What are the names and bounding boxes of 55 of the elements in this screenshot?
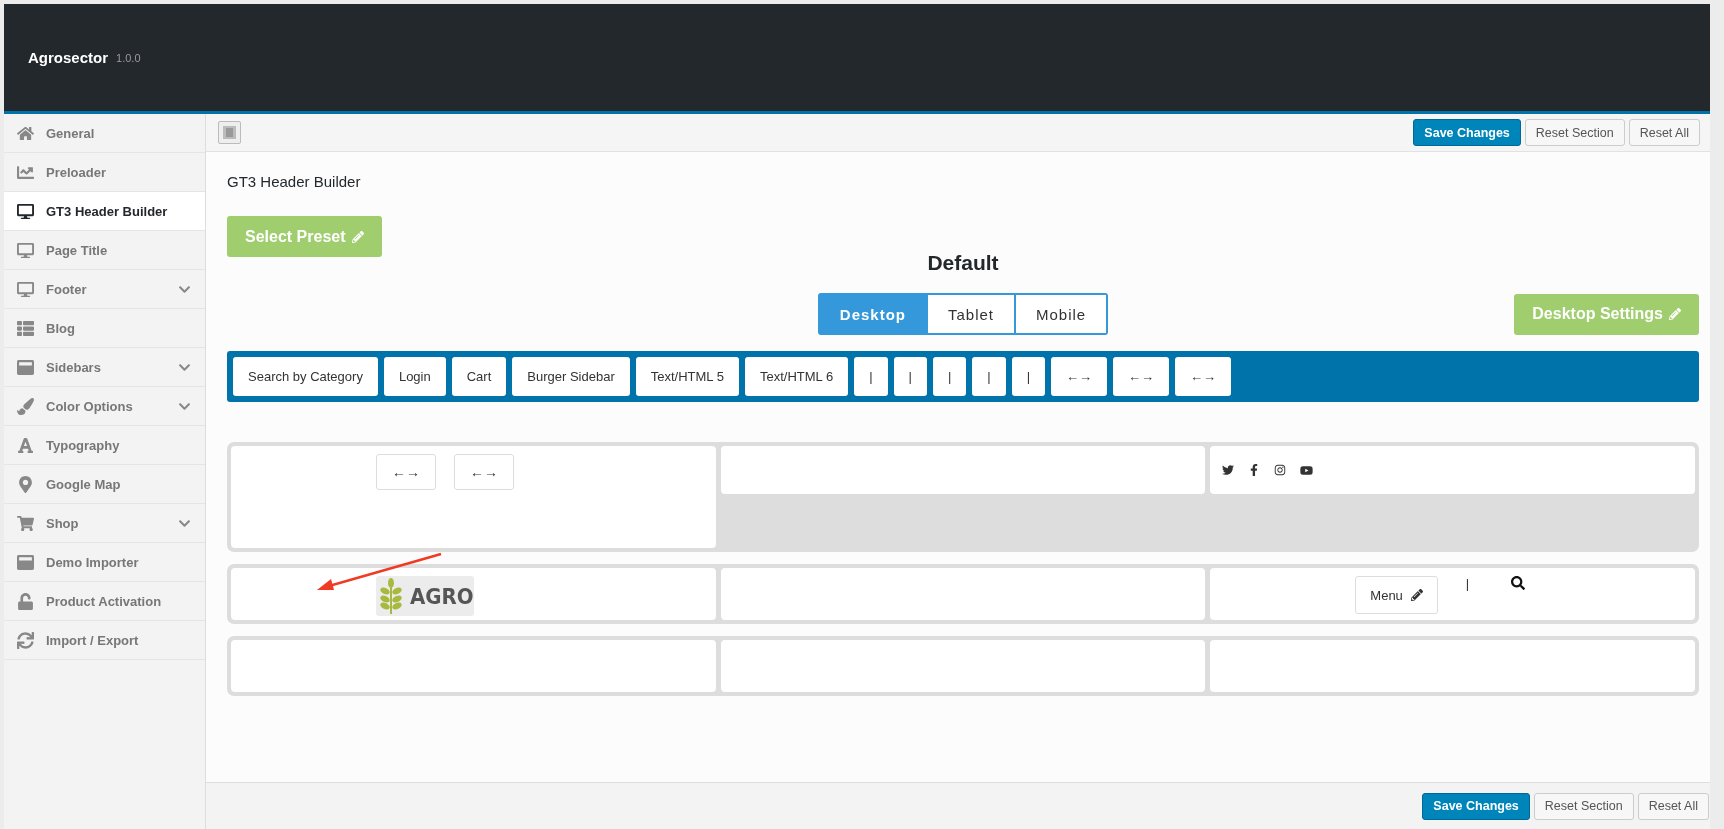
sync-icon bbox=[17, 631, 34, 649]
pencil-icon bbox=[1410, 589, 1423, 601]
palette-element[interactable]: Cart bbox=[451, 357, 507, 396]
palette-element[interactable]: Burger Sidebar bbox=[512, 357, 630, 396]
twitter-icon bbox=[1222, 463, 1235, 476]
preset-name: Default bbox=[926, 251, 1000, 275]
sidebar-item[interactable]: GT3 Header Builder bbox=[4, 192, 205, 231]
reset-button[interactable]: Reset All bbox=[1637, 792, 1709, 820]
palette-element[interactable]: | bbox=[932, 357, 967, 396]
instagram-icon bbox=[1274, 463, 1287, 476]
palette-element[interactable]: Text/HTML 5 bbox=[635, 357, 739, 396]
pencil-icon bbox=[351, 230, 364, 243]
spacer-element[interactable]: ←→ bbox=[454, 454, 514, 490]
brush-icon bbox=[17, 397, 34, 415]
palette-element[interactable]: | bbox=[1011, 357, 1046, 396]
monitor-icon bbox=[17, 280, 34, 298]
divider-element[interactable]: | bbox=[1465, 576, 1470, 591]
palette-element[interactable]: | bbox=[893, 357, 927, 396]
app-version: 1.0.0 bbox=[116, 51, 141, 64]
monitor-icon bbox=[17, 202, 34, 220]
reset-button[interactable]: Reset Section bbox=[1524, 119, 1625, 146]
palette-element[interactable]: Login bbox=[383, 357, 446, 396]
reset-button[interactable]: Reset Section bbox=[1533, 792, 1634, 820]
chart-icon bbox=[17, 163, 34, 181]
palette-element[interactable]: ←→ bbox=[1113, 357, 1170, 396]
wheat-icon bbox=[380, 578, 402, 614]
window-icon bbox=[17, 553, 34, 571]
map-pin-icon bbox=[17, 475, 34, 493]
menu-element[interactable]: Menu bbox=[1355, 576, 1438, 614]
device-tab[interactable]: Mobile bbox=[1014, 295, 1107, 333]
palette-element[interactable]: | bbox=[854, 357, 888, 396]
pencil-icon bbox=[1669, 308, 1681, 320]
list-icon bbox=[17, 319, 34, 337]
logo-text: AGRO bbox=[410, 583, 474, 609]
reset-button[interactable]: Reset All bbox=[1628, 119, 1700, 146]
section-title: GT3 Header Builder bbox=[227, 173, 362, 190]
font-icon bbox=[17, 436, 34, 454]
app-name: Agrosector bbox=[28, 49, 109, 66]
window-icon bbox=[17, 358, 34, 376]
save-button[interactable]: Save Changes bbox=[1422, 792, 1530, 820]
home-icon bbox=[17, 124, 34, 142]
search-icon[interactable] bbox=[1511, 576, 1526, 590]
spacer-element[interactable]: ←→ bbox=[376, 454, 436, 490]
cart-icon bbox=[17, 514, 34, 532]
layout-toggle-icon[interactable] bbox=[218, 121, 241, 144]
logo-element[interactable]: AGRO bbox=[376, 576, 474, 616]
monitor-icon bbox=[17, 241, 34, 259]
palette-element[interactable]: Search by Category bbox=[233, 357, 378, 396]
youtube-icon bbox=[1300, 463, 1314, 477]
palette-element[interactable]: Text/HTML 6 bbox=[744, 357, 849, 396]
save-button[interactable]: Save Changes bbox=[1413, 119, 1521, 146]
unlock-icon bbox=[17, 592, 34, 610]
palette-element[interactable]: ←→ bbox=[1175, 357, 1232, 396]
palette-element[interactable]: | bbox=[972, 357, 1006, 396]
palette-element[interactable]: ←→ bbox=[1051, 357, 1108, 396]
